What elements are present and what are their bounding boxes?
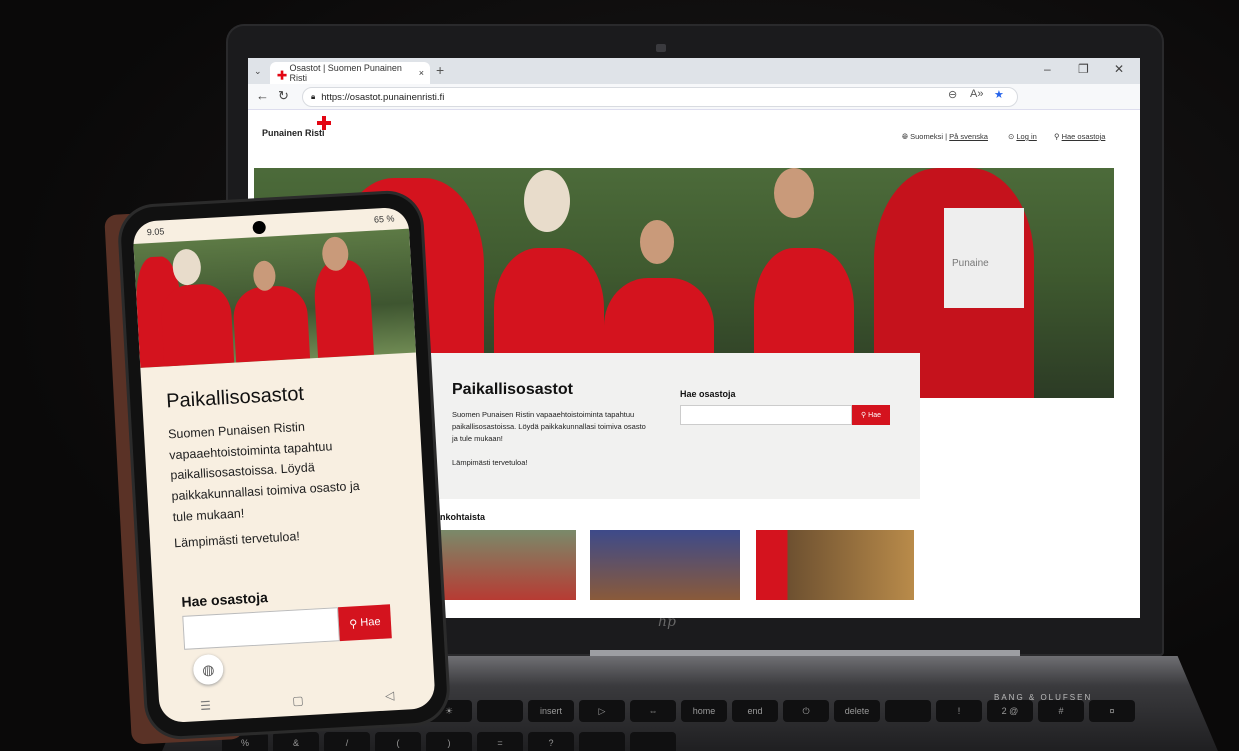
keyboard-key: (: [375, 732, 421, 751]
smartphone: 9.05 65 % Paikallisosastot Suomen Punais…: [119, 192, 449, 738]
search-icon: ⚲: [861, 412, 867, 419]
site-logo[interactable]: Punainen Risti: [262, 116, 331, 138]
keyboard-key: ?: [528, 732, 574, 751]
welcome-text: Lämpimästi tervetuloa!: [452, 458, 528, 467]
phone-search-input[interactable]: [182, 607, 340, 650]
favicon-cross-icon: [277, 70, 288, 80]
browser-tab[interactable]: Osastot | Suomen Punainen Risti ×: [270, 62, 430, 84]
vest-badge: Punaine: [944, 208, 1024, 308]
android-nav-bar: ☰ ▢ ◁: [159, 678, 436, 723]
search-link-label: Hae osastoja: [1061, 132, 1106, 141]
keyboard-key: &: [273, 732, 319, 751]
phone-intro-text: Suomen Punaisen Ristin vapaaehtoistoimin…: [167, 419, 360, 524]
keyboard-key: =: [477, 732, 523, 751]
phone-screen: 9.05 65 % Paikallisosastot Suomen Punais…: [132, 206, 436, 724]
keyboard-key: ¤: [1089, 700, 1135, 722]
search-button-label: Hae: [868, 411, 881, 419]
login-label: Log in: [1016, 132, 1037, 141]
search-label: Hae osastoja: [680, 389, 736, 399]
status-time: 9.05: [146, 226, 165, 238]
favorite-star-icon[interactable]: ★: [994, 88, 1004, 101]
search-link[interactable]: ⚲ Hae osastoja: [1054, 132, 1105, 141]
keyboard-key: 2 @: [987, 700, 1033, 722]
lang-swedish-link[interactable]: På svenska: [949, 132, 988, 141]
lang-current[interactable]: Suomeksi: [910, 132, 943, 141]
keyboard-key: #: [1038, 700, 1084, 722]
keyboard-key: [630, 732, 676, 751]
address-bar[interactable]: 🔒︎ https://osastot.punainenristi.fi: [302, 87, 1018, 107]
recent-apps-button[interactable]: ☰: [200, 698, 212, 713]
info-box: Paikallisosastot Suomen Punaisen Ristin …: [424, 353, 920, 499]
volunteer-headscarf: [524, 170, 570, 232]
browser-toolbar: ← ↻ 🔒︎ https://osastot.punainenristi.fi …: [248, 84, 1140, 110]
tab-list-icon[interactable]: ⌄: [254, 66, 262, 77]
keyboard-key: ⇔: [630, 700, 676, 722]
keyboard-key: home: [681, 700, 727, 722]
keyboard-key: ⏻: [783, 700, 829, 722]
url-text: https://osastot.punainenristi.fi: [321, 91, 445, 103]
keyboard-key: ): [426, 732, 472, 751]
volunteer-face: [774, 168, 814, 218]
photo-scene: BANG & OLUFSEN *☀◁◁))☀insert▷⇔homeend⏻de…: [0, 0, 1239, 751]
tab-bar: ⌄ Osastot | Suomen Punainen Risti × + – …: [248, 58, 1140, 84]
news-card-image[interactable]: [756, 530, 914, 600]
phone-search-button[interactable]: ⚲ Hae: [338, 604, 392, 642]
zoom-icon[interactable]: ⊖: [948, 88, 957, 101]
minimize-button[interactable]: –: [1044, 62, 1051, 76]
webcam: [656, 44, 666, 52]
red-cross-icon: [317, 116, 331, 130]
keyboard-key: delete: [834, 700, 880, 722]
refresh-icon[interactable]: ↻: [278, 88, 289, 104]
search-icon: ⚲: [349, 617, 358, 631]
news-card-image[interactable]: [430, 530, 576, 600]
new-tab-button[interactable]: +: [436, 62, 444, 78]
phone-welcome-text: Lämpimästi tervetuloa!: [173, 529, 301, 551]
phone-page-title: Paikallisosastot: [165, 382, 305, 413]
login-link[interactable]: ⊙ Log in: [1008, 132, 1037, 141]
back-button[interactable]: ◁: [385, 688, 395, 702]
volunteer: [159, 282, 235, 367]
restore-button[interactable]: ❐: [1078, 62, 1089, 76]
keyboard-key: [885, 700, 931, 722]
lock-icon: 🔒︎: [311, 92, 316, 101]
volunteer: [312, 258, 374, 358]
phone-search-button-label: Hae: [360, 615, 381, 629]
keyboard-key: ▷: [579, 700, 625, 722]
page-title: Paikallisosastot: [452, 381, 573, 398]
user-icon: ⊙: [1008, 132, 1015, 141]
keyboard-key: /: [324, 732, 370, 751]
news-card-image[interactable]: [590, 530, 740, 600]
globe-icon: 🌐︎: [902, 132, 908, 141]
read-aloud-icon[interactable]: A»: [970, 88, 983, 100]
front-camera: [252, 220, 267, 235]
keyboard-key: [477, 700, 523, 722]
tab-title: Osastot | Suomen Punainen Risti: [289, 63, 402, 83]
close-window-button[interactable]: ✕: [1114, 62, 1124, 76]
search-input[interactable]: [680, 405, 852, 425]
search-icon: ⚲: [1054, 132, 1060, 141]
cookie-settings-icon[interactable]: ◍: [192, 653, 225, 686]
keyboard-key: [579, 732, 625, 751]
volunteer-face: [640, 220, 674, 264]
phone-search-label: Hae osastoja: [181, 589, 269, 610]
keyboard-key: insert: [528, 700, 574, 722]
back-icon[interactable]: ←: [256, 88, 269, 103]
language-switch[interactable]: 🌐︎ Suomeksi | På svenska: [902, 132, 988, 142]
keyboard-key: end: [732, 700, 778, 722]
logo-text: Punainen Risti: [262, 128, 325, 138]
tab-close-icon[interactable]: ×: [419, 68, 424, 78]
phone-hero-photo: [133, 228, 416, 368]
intro-text: Suomen Punaisen Ristin vapaaehtoistoimin…: [452, 410, 646, 443]
search-button[interactable]: ⚲ Hae: [852, 405, 890, 425]
home-button[interactable]: ▢: [292, 693, 304, 708]
volunteer: [232, 284, 311, 363]
keyboard-key: !: [936, 700, 982, 722]
lang-separator: |: [945, 132, 948, 141]
status-battery: 65 %: [373, 213, 395, 225]
